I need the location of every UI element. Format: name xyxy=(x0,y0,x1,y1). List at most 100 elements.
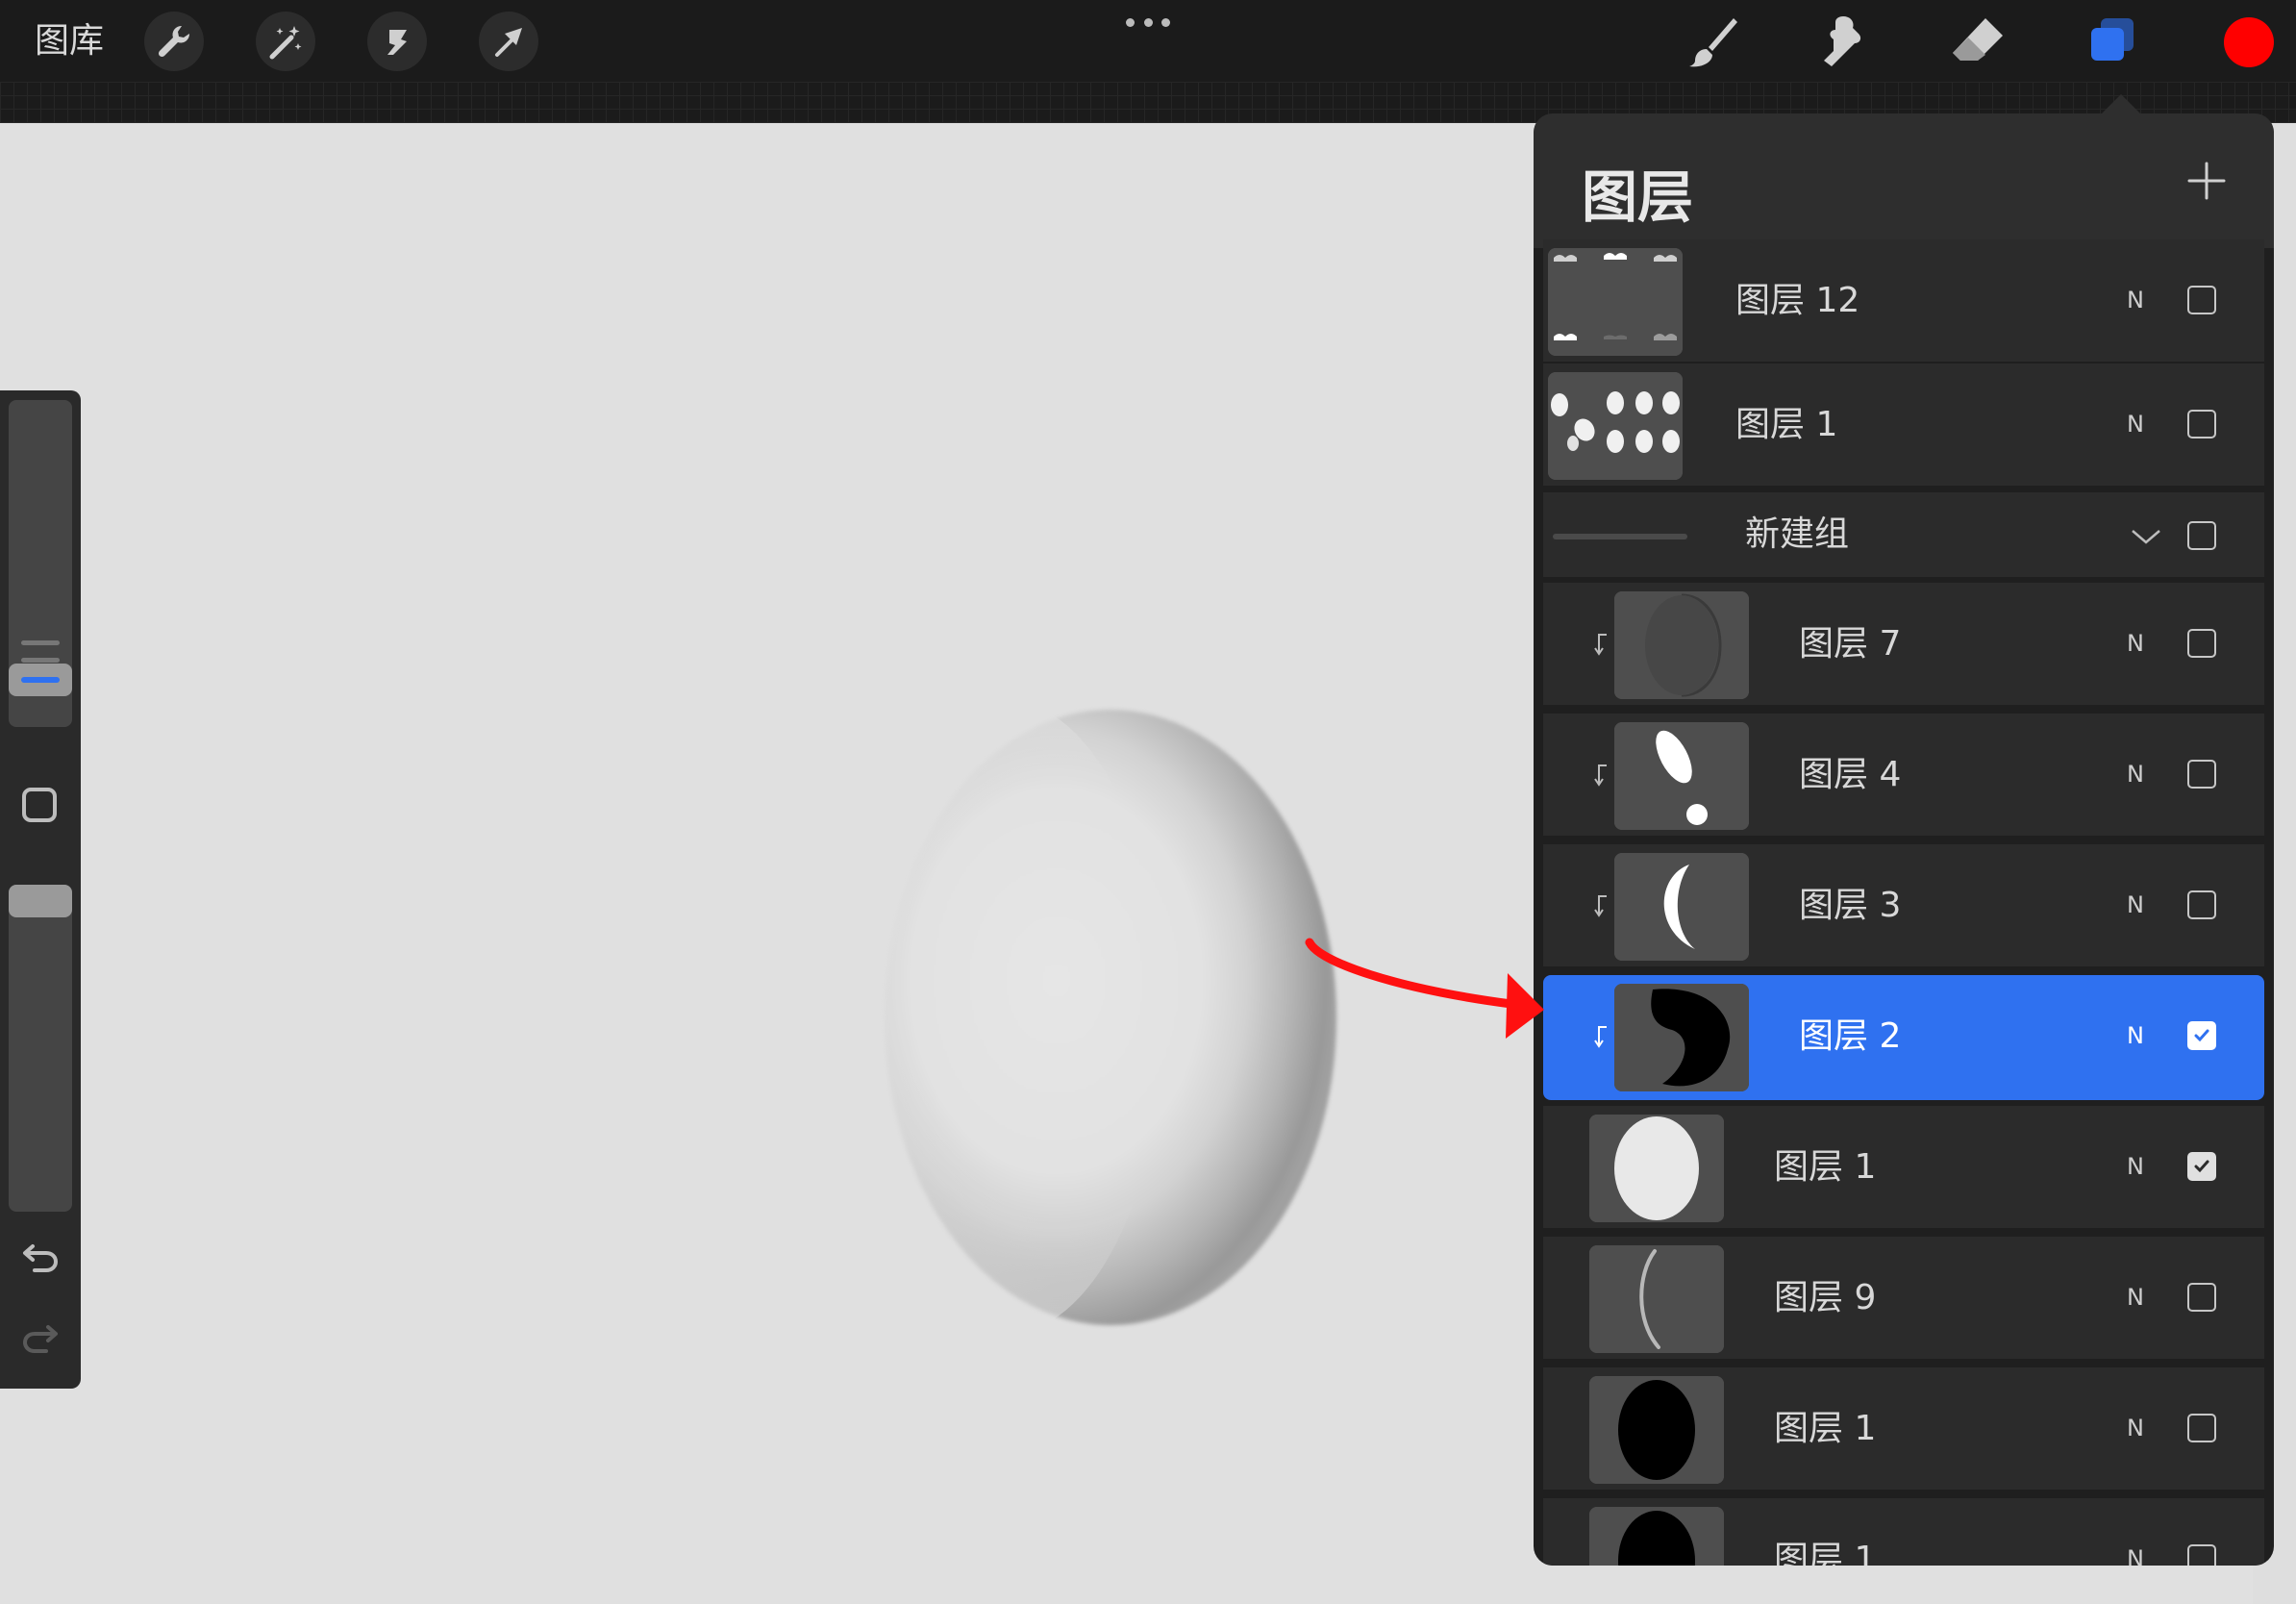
layer-visibility-checkbox[interactable] xyxy=(2187,286,2216,314)
more-dot xyxy=(1161,17,1170,27)
layer-visibility-checkbox[interactable] xyxy=(2187,1544,2216,1566)
layer-name: 图层 12 xyxy=(1735,281,1860,320)
blend-mode-button[interactable]: N xyxy=(2127,583,2144,705)
layers-panel-title: 图层 xyxy=(1582,164,1694,230)
layer-thumbnail xyxy=(1614,591,1749,699)
brush-size-thumb[interactable] xyxy=(9,664,72,696)
paint-button[interactable] xyxy=(1681,10,1744,73)
clipping-mask-icon xyxy=(1594,895,1607,917)
group-visibility-checkbox[interactable] xyxy=(2187,521,2216,550)
eraser-icon xyxy=(1953,18,2003,61)
redo-button[interactable] xyxy=(19,1319,62,1358)
selection-button[interactable] xyxy=(367,12,427,71)
transform-arrow-icon xyxy=(495,28,522,57)
modify-button[interactable] xyxy=(22,788,57,822)
more-dot xyxy=(1143,17,1153,27)
layer-thumbnail xyxy=(1614,853,1749,961)
left-sidebar xyxy=(0,390,81,1389)
clipping-mask-icon xyxy=(1594,634,1607,656)
magic-wand-icon xyxy=(269,26,302,60)
undo-button[interactable] xyxy=(19,1239,62,1277)
chevron-down-icon[interactable] xyxy=(2130,521,2162,550)
layer-visibility-checkbox[interactable] xyxy=(2187,1283,2216,1312)
blend-mode-button[interactable]: N xyxy=(2127,1367,2144,1490)
panel-pointer xyxy=(2100,94,2142,115)
layer-row[interactable]: 图层 9 N xyxy=(1543,1237,2264,1359)
sphere-highlight-fade xyxy=(846,700,1163,1335)
layer-row[interactable]: 图层 1 N xyxy=(1543,363,2264,486)
layer-thumbnail xyxy=(1548,248,1683,356)
wrench-icon xyxy=(158,25,190,58)
blend-mode-button[interactable]: N xyxy=(2127,1106,2144,1228)
group-indicator-line xyxy=(1553,534,1687,539)
layer-group-row[interactable]: 新建组 xyxy=(1543,492,2264,577)
blend-mode-button[interactable]: N xyxy=(2127,714,2144,836)
layer-visibility-checkbox[interactable] xyxy=(2187,410,2216,439)
undo-icon xyxy=(23,1244,59,1272)
layer-thumbnail xyxy=(1589,1245,1724,1353)
blend-mode-button[interactable]: N xyxy=(2127,1237,2144,1359)
layer-name: 图层 1 xyxy=(1774,1540,1877,1566)
slider-tick xyxy=(21,640,60,645)
transform-button[interactable] xyxy=(479,12,538,71)
smudge-button[interactable] xyxy=(1811,10,1875,73)
opacity-slider[interactable] xyxy=(9,885,72,1212)
selection-icon xyxy=(387,30,407,55)
layer-row[interactable]: 图层 1 N xyxy=(1543,1498,2264,1566)
layer-row[interactable]: 图层 3 N xyxy=(1543,844,2264,966)
layer-name: 图层 9 xyxy=(1774,1278,1877,1317)
layer-row[interactable]: 图层 12 N xyxy=(1543,239,2264,362)
clipping-mask-icon xyxy=(1594,1026,1607,1048)
layer-row[interactable]: 图层 7 N xyxy=(1543,583,2264,705)
layers-icon xyxy=(2091,18,2134,61)
checkmark-icon xyxy=(2194,1160,2209,1173)
blend-mode-button[interactable]: N xyxy=(2127,239,2144,362)
smudge-icon xyxy=(1824,16,1861,66)
layer-visibility-checkbox[interactable] xyxy=(2187,629,2216,658)
layer-thumbnail xyxy=(1614,984,1749,1091)
layer-row-selected[interactable]: 图层 2 N xyxy=(1543,975,2264,1100)
layer-visibility-checkbox[interactable] xyxy=(2187,760,2216,789)
layer-row[interactable]: 图层 1 N xyxy=(1543,1367,2264,1490)
add-layer-button[interactable] xyxy=(2178,152,2235,210)
layer-thumbnail xyxy=(1589,1376,1724,1484)
more-options-button[interactable] xyxy=(1126,6,1170,38)
brush-icon xyxy=(1689,18,1737,67)
blend-mode-button[interactable]: N xyxy=(2127,844,2144,966)
layer-name: 图层 3 xyxy=(1799,886,1902,925)
redo-icon xyxy=(22,1325,58,1353)
layer-name: 图层 1 xyxy=(1774,1409,1877,1448)
slider-tick xyxy=(21,658,60,663)
gallery-button[interactable]: 图库 xyxy=(35,19,104,63)
blend-mode-button[interactable]: N xyxy=(2127,975,2144,1097)
blend-mode-button[interactable]: N xyxy=(2127,1498,2144,1566)
layer-visibility-checkbox[interactable] xyxy=(2187,1414,2216,1442)
clipping-mask-icon xyxy=(1594,764,1607,787)
layer-name: 图层 1 xyxy=(1774,1147,1877,1187)
layer-thumbnail xyxy=(1614,722,1749,830)
adjustments-button[interactable] xyxy=(256,12,315,71)
layer-name: 图层 7 xyxy=(1799,624,1902,664)
plus-icon xyxy=(2187,162,2226,200)
layer-thumbnail xyxy=(1589,1115,1724,1222)
layer-name: 图层 2 xyxy=(1799,1016,1902,1056)
layer-visibility-checkbox[interactable] xyxy=(2187,1152,2216,1181)
more-dot xyxy=(1126,17,1135,27)
layer-row[interactable]: 图层 4 N xyxy=(1543,714,2264,836)
layers-panel-header: 图层 xyxy=(1534,113,2274,248)
layers-button[interactable] xyxy=(2081,10,2144,73)
blend-mode-button[interactable]: N xyxy=(2127,363,2144,486)
erase-button[interactable] xyxy=(1946,10,2009,73)
actions-button[interactable] xyxy=(144,12,204,71)
size-indicator xyxy=(21,677,60,683)
layer-visibility-checkbox[interactable] xyxy=(2187,1021,2216,1050)
color-picker-button[interactable] xyxy=(2224,17,2274,67)
layer-row[interactable]: 图层 1 N xyxy=(1543,1106,2264,1228)
layer-name: 图层 4 xyxy=(1799,755,1902,794)
opacity-thumb[interactable] xyxy=(9,885,72,917)
checkmark-icon xyxy=(2194,1029,2209,1042)
layer-thumbnail xyxy=(1589,1507,1724,1566)
layer-visibility-checkbox[interactable] xyxy=(2187,890,2216,919)
layers-panel: 图层 图层 12 N 图层 1 N 新建组 图层 7 N 图层 4 N 图层 3… xyxy=(1534,113,2274,1566)
group-name: 新建组 xyxy=(1745,514,1850,554)
